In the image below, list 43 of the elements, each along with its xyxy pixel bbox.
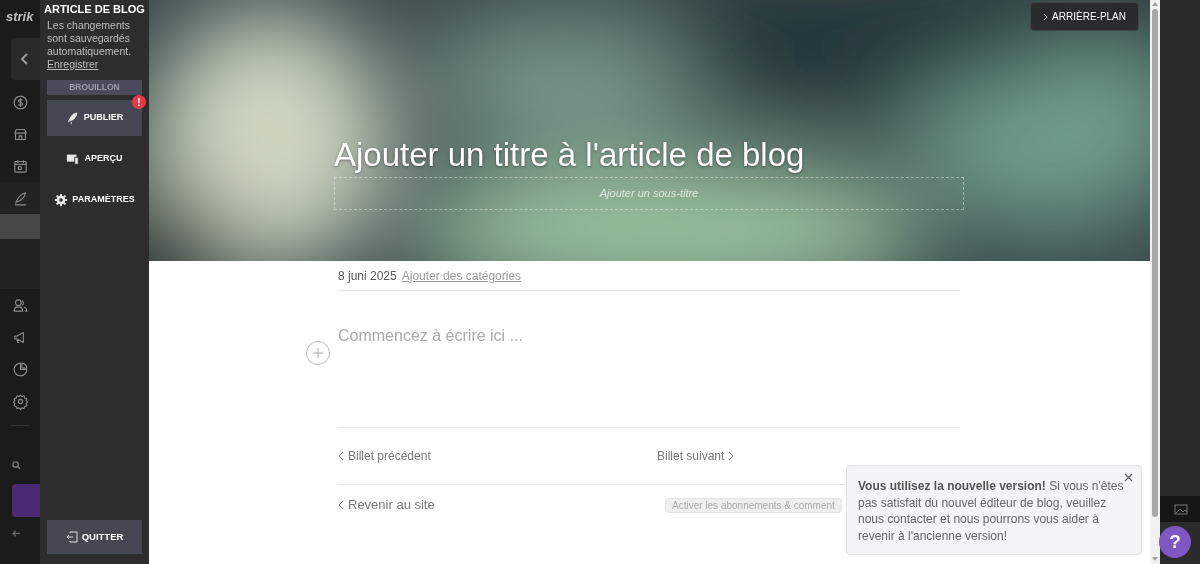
toast-message: Vous utilisez la nouvelle version! Si vous n'êtes pas satisfait du nouvel éditeur de blog, veuillez nous contacter et nous pourrons vous aider à revenir à l'ancienne version! (858, 478, 1125, 544)
image-icon (1174, 504, 1188, 515)
scroll-down-icon[interactable] (1151, 556, 1159, 562)
action-button[interactable]: PARAMÈTRES (47, 182, 142, 218)
alert-badge: ! (132, 95, 146, 109)
chevron-icon (1043, 12, 1049, 21)
autosave-notice: Les changements sont sauvegardés automatiquement. (47, 19, 133, 58)
title-field[interactable]: Ajouter un titre à l'article de blog (334, 133, 964, 177)
exit-icon (65, 531, 78, 543)
next-post-link[interactable]: Billet suivant (657, 447, 735, 465)
plus-icon (312, 347, 324, 359)
search-icon[interactable] (12, 461, 21, 470)
previous-post-link[interactable]: Billet précédent (338, 447, 657, 465)
settings-icon (54, 193, 69, 207)
image-button[interactable] (1160, 496, 1200, 522)
dollar-icon (12, 93, 29, 111)
status-badge: BROUILLON (47, 80, 142, 95)
chevron-left-icon (338, 500, 344, 510)
quit-button[interactable]: QUITTER (47, 520, 142, 554)
pie-chart-icon (12, 360, 29, 378)
categories-link[interactable]: Ajouter des catégories (401, 266, 522, 285)
back-button[interactable] (11, 38, 40, 80)
pen-icon (12, 189, 29, 207)
help-button[interactable]: ? (1159, 526, 1191, 558)
chevron-left-icon (338, 451, 344, 461)
post-date: 8 juni 2025 (338, 267, 397, 285)
chevron-left-icon (21, 53, 29, 65)
back-to-site-link[interactable]: Revenir au site (338, 495, 665, 515)
scroll-up-icon[interactable] (1151, 1, 1159, 7)
app-logo: strik (6, 9, 34, 24)
calendar-icon (12, 157, 29, 175)
arrow-left-icon[interactable] (12, 529, 21, 538)
panel-title: ARTICLE DE BLOG (44, 2, 145, 17)
settings-icon (12, 392, 29, 410)
action-button[interactable]: APERÇU (47, 141, 142, 177)
scrollbar[interactable] (1150, 0, 1160, 564)
nav-item[interactable] (0, 182, 40, 214)
monitor-icon (66, 152, 81, 166)
save-link[interactable]: Enregistrer (47, 58, 99, 71)
close-icon[interactable] (1124, 473, 1133, 482)
background-button[interactable]: ARRIÈRE-PLAN (1030, 2, 1139, 31)
chevron-right-icon (728, 451, 735, 461)
people-icon (12, 296, 29, 314)
